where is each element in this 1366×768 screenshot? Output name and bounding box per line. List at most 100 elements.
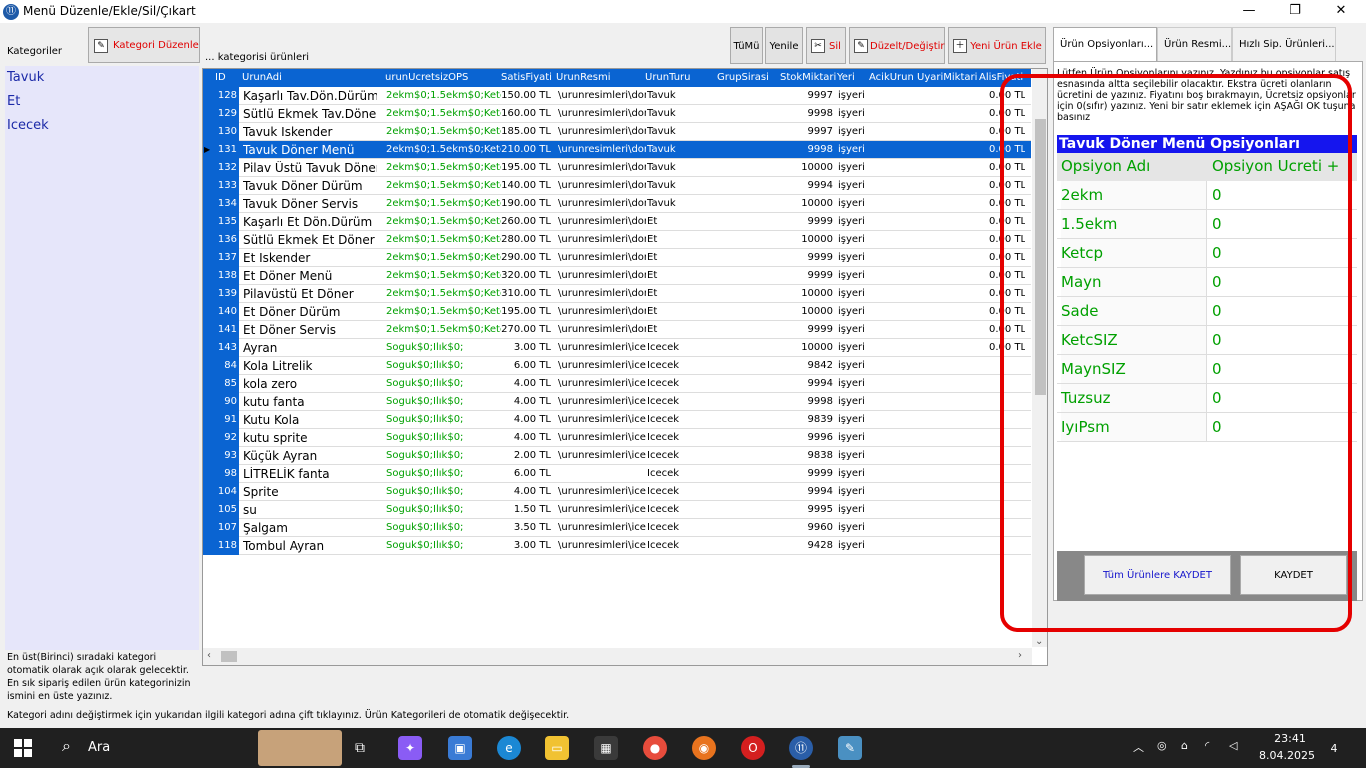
option-name-cell[interactable]: Mayn: [1061, 268, 1207, 296]
cell-price[interactable]: 3.50 TL: [501, 522, 551, 533]
cell-image[interactable]: \urunresimleri\icec: [558, 504, 646, 515]
cell-place[interactable]: işyeri: [838, 432, 878, 443]
cell-price[interactable]: 160.00 TL: [501, 108, 551, 119]
cell-alis[interactable]: 0.00 TL: [989, 252, 1025, 263]
table-row[interactable]: 132 Pilav Üstü Tavuk Döner 2ekm$0;1.5ekm$0…: [203, 159, 1031, 177]
cell-place[interactable]: işyeri: [838, 180, 878, 191]
cell-alis[interactable]: 0.00 TL: [989, 198, 1025, 209]
cell-price[interactable]: 195.00 TL: [501, 162, 551, 173]
cell-image[interactable]: \urunresimleri\don: [558, 144, 646, 155]
col-header-alis[interactable]: AlisFiyati: [979, 72, 1023, 83]
cell-id[interactable]: 128: [215, 87, 239, 105]
option-price-cell[interactable]: 0: [1212, 389, 1222, 407]
cell-type[interactable]: Et: [647, 324, 707, 335]
cell-alis[interactable]: 0.00 TL: [989, 288, 1025, 299]
row-header[interactable]: [203, 429, 215, 447]
cell-type[interactable]: Icecek: [647, 378, 707, 389]
table-row[interactable]: 134 Tavuk Döner Servis 2ekm$0;1.5ekm$0;Ket…: [203, 195, 1031, 213]
table-row[interactable]: 138 Et Döner Menü 2ekm$0;1.5ekm$0;Ketc 320.…: [203, 267, 1031, 285]
cell-options[interactable]: Soguk$0;Ilık$0;: [386, 414, 501, 425]
cell-price[interactable]: 140.00 TL: [501, 180, 551, 191]
cell-stock[interactable]: 9994: [773, 180, 833, 191]
row-header[interactable]: [203, 321, 215, 339]
cell-place[interactable]: işyeri: [838, 486, 878, 497]
cell-price[interactable]: 4.00 TL: [501, 414, 551, 425]
cell-image[interactable]: \urunresimleri\icec: [558, 540, 646, 551]
cell-name[interactable]: Sprite: [243, 485, 377, 499]
options-grid[interactable]: Opsiyon Adı Opsiyon Ucreti + 2ekm 0 1.5ekm…: [1057, 153, 1357, 553]
cell-type[interactable]: Icecek: [647, 396, 707, 407]
option-row[interactable]: Tuzsuz 0: [1057, 384, 1357, 413]
cell-image[interactable]: \urunresimleri\icec: [558, 522, 646, 533]
edit-product-button[interactable]: ✎ Düzelt/Değiştir: [849, 27, 945, 64]
maximize-button[interactable]: ❐: [1272, 0, 1318, 23]
cell-image[interactable]: \urunresimleri\don: [558, 252, 646, 263]
cell-name[interactable]: Sütlü Ekmek Tav.Döner: [243, 107, 377, 121]
cell-options[interactable]: 2ekm$0;1.5ekm$0;Ketc: [386, 126, 501, 137]
option-row[interactable]: Mayn 0: [1057, 268, 1357, 297]
cell-image[interactable]: \urunresimleri\icec: [558, 486, 646, 497]
cell-id[interactable]: 133: [215, 177, 239, 195]
cell-type[interactable]: Icecek: [647, 504, 707, 515]
tab-product-image[interactable]: Ürün Resmi...: [1157, 27, 1232, 61]
cell-options[interactable]: Soguk$0;Ilık$0;: [386, 540, 501, 551]
table-row[interactable]: 136 Sütlü Ekmek Et Döner 2ekm$0;1.5ekm$0;K…: [203, 231, 1031, 249]
cell-place[interactable]: işyeri: [838, 504, 878, 515]
cell-id[interactable]: 137: [215, 249, 239, 267]
cell-place[interactable]: işyeri: [838, 216, 878, 227]
cell-price[interactable]: 310.00 TL: [501, 288, 551, 299]
row-header[interactable]: [203, 159, 215, 177]
cell-type[interactable]: Et: [647, 216, 707, 227]
row-header[interactable]: [203, 411, 215, 429]
cell-image[interactable]: \urunresimleri\icec: [558, 342, 646, 353]
col-header-id[interactable]: ID: [215, 72, 226, 83]
option-price-cell[interactable]: 0: [1212, 360, 1222, 378]
chevron-down-icon[interactable]: ⌄: [1035, 636, 1043, 647]
cell-options[interactable]: 2ekm$0;1.5ekm$0;Ketc: [386, 198, 501, 209]
cell-options[interactable]: 2ekm$0;1.5ekm$0;Ketc: [386, 306, 501, 317]
cell-stock[interactable]: 9839: [773, 414, 833, 425]
file-explorer-icon[interactable]: ▭: [545, 736, 569, 760]
cell-type[interactable]: Icecek: [647, 522, 707, 533]
cell-name[interactable]: Kola Litrelik: [243, 359, 377, 373]
cell-options[interactable]: Soguk$0;Ilık$0;: [386, 378, 501, 389]
cell-type[interactable]: Et: [647, 234, 707, 245]
cell-place[interactable]: işyeri: [838, 522, 878, 533]
table-row[interactable]: 90 kutu fanta Soguk$0;Ilık$0; 4.00 TL \urunr…: [203, 393, 1031, 411]
table-row[interactable]: 91 Kutu Kola Soguk$0;Ilık$0; 4.00 TL \urunre…: [203, 411, 1031, 429]
cell-price[interactable]: 1.50 TL: [501, 504, 551, 515]
cell-image[interactable]: \urunresimleri\don: [558, 270, 646, 281]
tab-quick-order[interactable]: Hızlı Sip. Ürünleri...: [1232, 27, 1336, 61]
cell-place[interactable]: işyeri: [838, 324, 878, 335]
cell-image[interactable]: \urunresimleri\don: [558, 324, 646, 335]
cell-type[interactable]: Icecek: [647, 540, 707, 551]
table-row[interactable]: 105 su Soguk$0;Ilık$0; 1.50 TL \urunresimler…: [203, 501, 1031, 519]
cell-options[interactable]: Soguk$0;Ilık$0;: [386, 432, 501, 443]
option-name-cell[interactable]: Ketcp: [1061, 239, 1207, 267]
cell-name[interactable]: Tavuk Döner Servis: [243, 197, 377, 211]
cell-options[interactable]: 2ekm$0;1.5ekm$0;Ketc: [386, 108, 501, 119]
cell-type[interactable]: Icecek: [647, 414, 707, 425]
cell-stock[interactable]: 9997: [773, 90, 833, 101]
cell-name[interactable]: Et Döner Servis: [243, 323, 377, 337]
option-row[interactable]: 2ekm 0: [1057, 181, 1357, 210]
option-row[interactable]: Sade 0: [1057, 297, 1357, 326]
cell-id[interactable]: 139: [215, 285, 239, 303]
table-row[interactable]: 93 Küçük Ayran Soguk$0;Ilık$0; 2.00 TL \urun…: [203, 447, 1031, 465]
col-header-uyari[interactable]: UyariMiktari: [917, 72, 977, 83]
cell-name[interactable]: Et Döner Menü: [243, 269, 377, 283]
cell-stock[interactable]: 10000: [773, 288, 833, 299]
cell-options[interactable]: 2ekm$0;1.5ekm$0;Ketc: [386, 216, 501, 227]
cell-image[interactable]: \urunresimleri\don: [558, 234, 646, 245]
edge-icon[interactable]: e: [497, 736, 521, 760]
cell-options[interactable]: Soguk$0;Ilık$0;: [386, 468, 501, 479]
cell-type[interactable]: Et: [647, 270, 707, 281]
scroll-left-icon[interactable]: ‹: [207, 650, 211, 661]
cell-price[interactable]: 4.00 TL: [501, 432, 551, 443]
option-price-cell[interactable]: 0: [1212, 215, 1222, 233]
cell-place[interactable]: işyeri: [838, 90, 878, 101]
cell-id[interactable]: 131: [215, 141, 239, 159]
cell-name[interactable]: Kutu Kola: [243, 413, 377, 427]
cell-place[interactable]: işyeri: [838, 252, 878, 263]
add-product-button[interactable]: ＋ Yeni Ürün Ekle: [948, 27, 1046, 64]
